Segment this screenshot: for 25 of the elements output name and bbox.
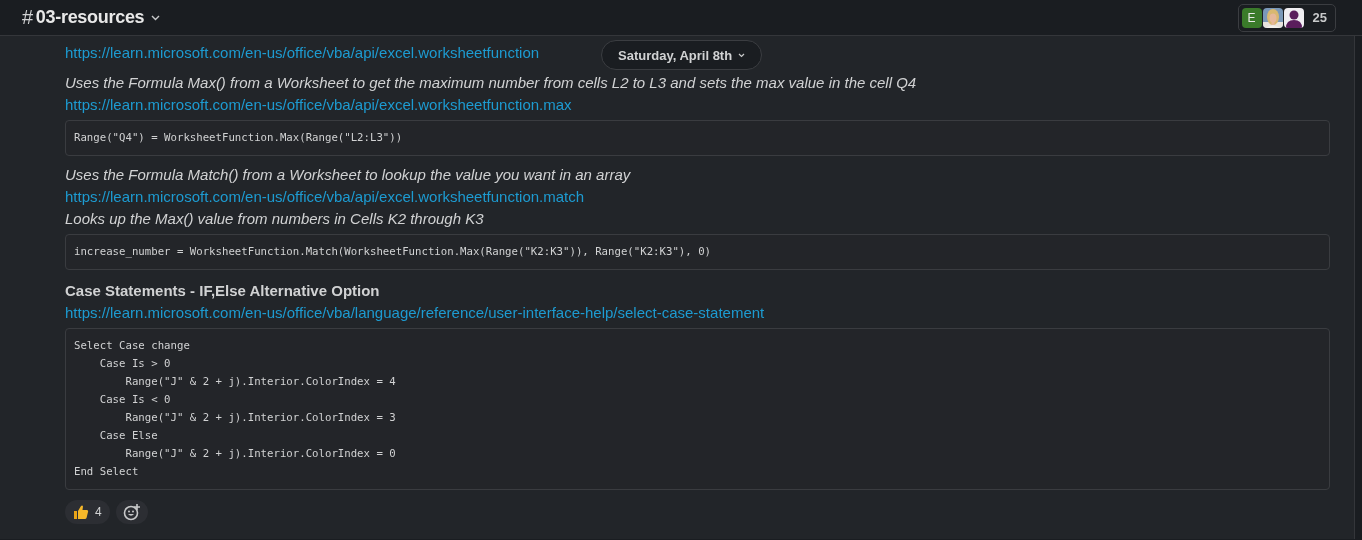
code-block: Range("Q4") = WorksheetFunction.Max(Range("L2:L3"))	[65, 120, 1330, 156]
link[interactable]: https://learn.microsoft.com/en-us/office/vba/api/excel.worksheetfunction	[65, 42, 540, 64]
avatar-icon	[1283, 7, 1304, 28]
message-text: Uses the Formula Max() from a Worksheet to get the maximum number from cells L2 to L3 and sets the max value in the cell Q4	[65, 73, 917, 93]
chevron-icon[interactable]	[151, 14, 161, 21]
hash-icon: #	[22, 6, 33, 29]
link[interactable]: https://learn.microsoft.com/en-us/office/vba/api/excel.worksheetfunction.match	[65, 186, 585, 208]
link[interactable]: https://learn.microsoft.com/en-us/office/vba/api/excel.worksheetfunction.max	[65, 94, 572, 116]
add-reaction-button[interactable]	[115, 500, 148, 524]
message-text: Looks up the Max() value from numbers in Cells K2 through K3	[65, 209, 484, 229]
code-block: increase_number = WorksheetFunction.Match(WorksheetFunction.Max(Range("K2:K3")), Range("K2:K3"), 0)	[65, 234, 1330, 270]
thumbs-up-icon	[73, 504, 89, 520]
chevron-icon	[738, 52, 746, 58]
reaction-count: 4	[95, 505, 102, 519]
message-text: Uses the Formula Match() from a Worksheet to lookup the value you want in an array	[65, 165, 631, 185]
add-emoji-icon	[122, 503, 141, 521]
avatar: E	[1241, 7, 1262, 28]
reaction-button[interactable]: 4	[65, 500, 110, 524]
member-count: 25	[1312, 10, 1327, 25]
channel-name[interactable]: 03-resources	[35, 7, 145, 28]
members-button[interactable]: E 25	[1237, 3, 1336, 32]
date-divider-button[interactable]: Saturday, April 8th	[601, 40, 763, 70]
section-heading: Case Statements - IF,Else Alternative Option	[65, 281, 380, 301]
code-block: Select Case change Case Is > 0 Range("J" & 2 + j).Interior.ColorIndex = 4 Case Is < 0 Range("J" & 2 + j).Interior.ColorIndex = 3 Case Else Range("J" & 2 + j).Interior.ColorIndex = 0 End Select	[65, 328, 1330, 490]
link[interactable]: https://learn.microsoft.com/en-us/office/vba/language/reference/user-interface-help/select-case-statement	[65, 302, 765, 324]
